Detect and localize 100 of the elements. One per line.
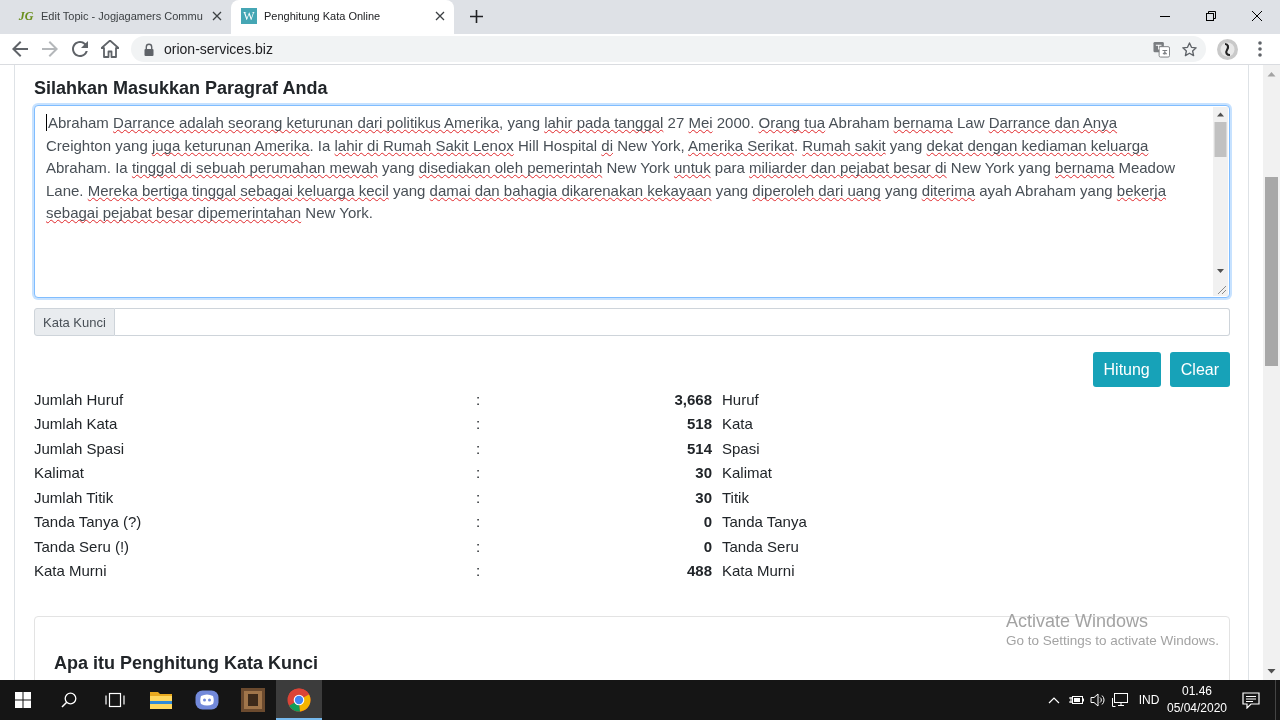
paragraph-text: di [601,136,613,156]
stat-unit: Kata Murni [721,562,795,580]
stat-separator: : [476,537,481,555]
paragraph-text: Abraham [827,114,891,133]
stat-label: Jumlah Kata [34,415,118,433]
home-icon[interactable] [101,40,119,58]
clock-date[interactable]: 05/04/2020 [1166,700,1228,717]
paragraph-text: Abraham [48,114,110,133]
speaker-icon[interactable] [1090,693,1106,707]
search-icon[interactable] [61,692,77,708]
page-scrollbar[interactable] [1263,65,1280,680]
notification-icon[interactable] [1242,691,1260,709]
address-bar[interactable]: orion-services.biz [131,36,1206,62]
paragraph-text: disediakan oleh pemerintah [418,159,603,178]
restore-icon[interactable] [1206,11,1216,21]
paragraph-text: Darrance dan Anya [988,114,1118,133]
paragraph-text: New York, [616,136,686,156]
stat-label: Jumlah Titik [34,488,114,506]
stat-unit: Kata [721,415,753,433]
browser-tab[interactable]: JG Edit Topic - Jogjagamers Commu [8,0,231,34]
paragraph-text: 27 [666,114,686,133]
paragraph-text: Law [955,114,986,133]
keyword-input[interactable] [114,308,1230,336]
plus-icon[interactable] [470,9,483,23]
paragraph-text: Hill Hospital [516,136,599,156]
stat-value: 518 [686,415,712,433]
stat-unit: Spasi [721,439,760,457]
paragraph-text: Lane. [46,181,85,201]
stat-label: Kalimat [34,464,85,482]
site-favicon: W [241,8,257,24]
section-heading: Silahkan Masukkan Paragraf Anda [34,77,328,99]
stat-label: Tanda Tanya (?) [34,513,142,531]
stat-value: 30 [695,464,712,482]
stat-separator: : [476,439,481,457]
stat-label: Tanda Seru (!) [34,537,130,555]
stat-unit: Huruf [721,390,759,408]
paragraph-textarea[interactable] [34,105,1230,298]
menu-icon[interactable] [1258,41,1262,57]
paragraph-text: yang [391,181,427,201]
avatar-icon[interactable] [1216,38,1238,60]
paragraph-text: Abraham. Ia [46,159,129,178]
paragraph-text: diterima [921,181,976,201]
taskbar-button[interactable] [276,680,322,720]
windows-start-icon[interactable] [15,692,31,708]
paragraph-text: Mei [688,114,713,133]
resize-grip-icon[interactable] [1213,281,1228,296]
paragraph-text: ayah Abraham yang [978,181,1114,201]
stat-separator: : [476,390,481,408]
star-icon[interactable] [1181,40,1198,58]
paragraph-text: yang [714,181,750,201]
lock-icon [144,42,154,56]
paragraph-text: dekat dengan kediaman keluarga [926,136,1149,156]
text-caret-icon [46,114,47,131]
paragraph-text: miliarder dan pejabat besar di [749,159,947,178]
stat-separator: : [476,562,481,580]
paragraph-text: Amerika Serikat [688,136,794,156]
paragraph-text: Rumah sakit [802,136,886,156]
close-icon[interactable] [212,11,222,21]
stat-unit: Kalimat [721,464,773,482]
paragraph-text: 2000. [715,114,756,133]
paragraph-text: Mereka bertiga tinggal sebagai keluarga kecil [87,181,389,201]
paragraph-text: yang [381,159,416,178]
reload-icon[interactable] [71,40,89,58]
textarea-scrollbar[interactable] [1213,107,1228,281]
translate-icon[interactable] [1153,40,1170,58]
paragraph-text: lahir pada tanggal [544,114,664,133]
photo-placeholder [241,688,265,712]
network-icon[interactable] [1112,693,1128,707]
browser-tab[interactable]: W Penghitung Kata Online [231,0,454,34]
stat-label: Kata Murni [34,562,107,580]
back-arrow-icon[interactable] [11,40,29,58]
paragraph-text: damai dan bahagia dikarenakan kekayaan [429,181,712,201]
input-language[interactable]: IND [1131,680,1167,720]
close-icon[interactable] [1252,11,1262,21]
paragraph-text: Orang tua [758,114,826,133]
paragraph-text: sebagai pejabat besar dipemerintahan [46,204,302,223]
stat-separator: : [476,464,481,482]
paragraph-text: New York [605,159,671,178]
paragraph-text: para [713,159,746,178]
stat-unit: Tanda Tanya [721,513,807,531]
close-icon[interactable] [435,11,445,21]
activation-message: Go to Settings to activate Windows. [1006,632,1220,650]
folder-icon [149,690,173,710]
browser-logo-icon [287,688,311,712]
paragraph-text: lahir di Rumah Sakit Lenox [334,136,514,156]
paragraph-text: juga keturunan Amerika [151,136,310,156]
stat-value: 3,668 [674,390,712,408]
paragraph-text: bekerja [1116,181,1166,201]
stat-unit: Tanda Seru [721,537,799,555]
battery-plug-icon[interactable] [1068,694,1084,706]
chevron-up-icon[interactable] [1048,696,1060,704]
paragraph-text: , yang [499,114,541,133]
stat-value: 488 [686,562,712,580]
task-view-icon[interactable] [105,692,125,708]
stat-value: 0 [703,537,712,555]
paragraph-text: bernama [1055,159,1115,178]
stat-label: Jumlah Spasi [34,439,125,457]
stat-value: 0 [703,513,712,531]
stat-value: 30 [695,488,712,506]
clock-time[interactable]: 01.46 [1182,683,1212,700]
